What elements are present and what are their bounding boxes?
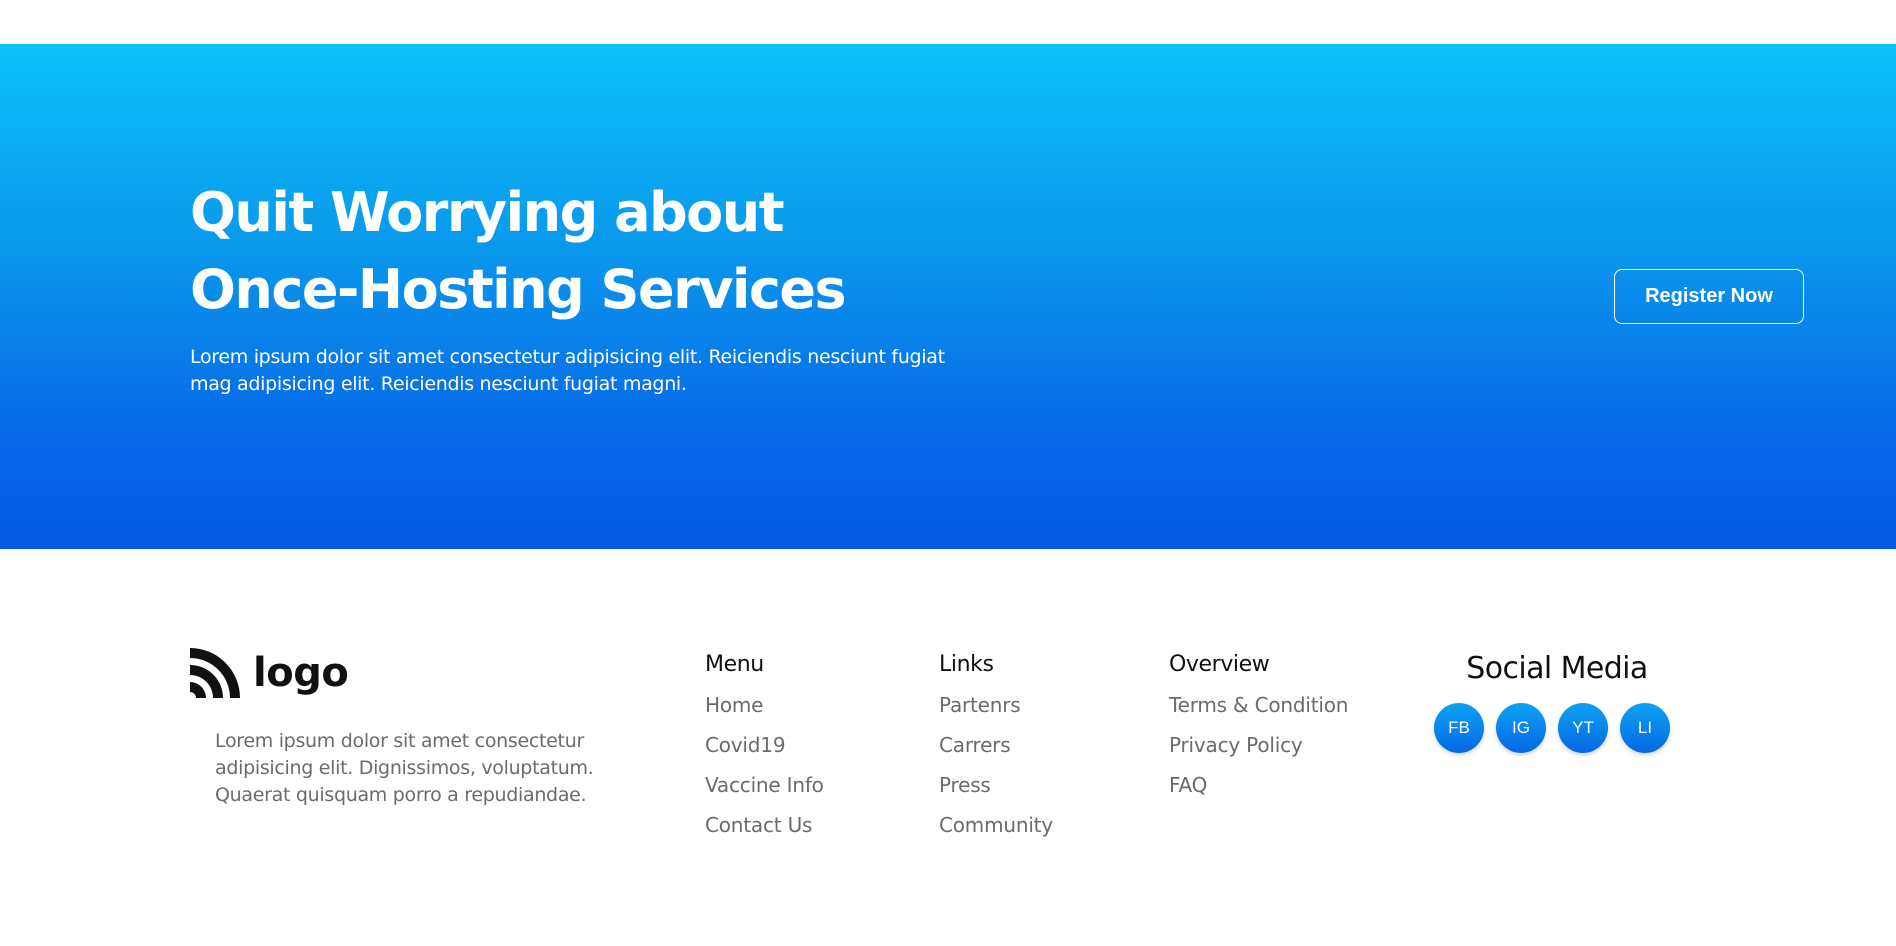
footer-column-overview: Overview Terms & Condition Privacy Polic… — [1169, 649, 1348, 805]
overview-links-list: Terms & Condition Privacy Policy FAQ — [1169, 685, 1348, 805]
footer-link-covid19[interactable]: Covid19 — [705, 725, 824, 765]
links-list: Partenrs Carrers Press Community — [939, 685, 1053, 845]
footer-link-home[interactable]: Home — [705, 685, 824, 725]
social-media-heading: Social Media — [1466, 651, 1648, 686]
footer: logo Lorem ipsum dolor sit amet consecte… — [0, 549, 1896, 946]
logo-text: logo — [253, 650, 349, 696]
social-media-links: FB IG YT LI — [1434, 703, 1670, 753]
footer-link-partners[interactable]: Partenrs — [939, 685, 1053, 725]
facebook-icon[interactable]: FB — [1434, 703, 1484, 753]
rss-feed-icon — [190, 648, 240, 698]
menu-links-list: Home Covid19 Vaccine Info Contact Us — [705, 685, 824, 845]
register-now-button[interactable]: Register Now — [1614, 269, 1804, 324]
footer-column-links: Links Partenrs Carrers Press Community — [939, 649, 1053, 845]
hero-description: Lorem ipsum dolor sit amet consectetur a… — [190, 346, 945, 395]
youtube-icon[interactable]: YT — [1558, 703, 1608, 753]
top-bar — [0, 0, 1896, 44]
hero-title: Quit Worrying about Once-Hosting Service… — [190, 181, 847, 321]
column-heading-links: Links — [939, 652, 994, 677]
footer-link-faq[interactable]: FAQ — [1169, 765, 1348, 805]
footer-logo[interactable]: logo — [190, 648, 349, 698]
footer-link-press[interactable]: Press — [939, 765, 1053, 805]
linkedin-icon[interactable]: LI — [1620, 703, 1670, 753]
footer-link-careers[interactable]: Carrers — [939, 725, 1053, 765]
footer-link-contact-us[interactable]: Contact Us — [705, 805, 824, 845]
footer-column-menu: Menu Home Covid19 Vaccine Info Contact U… — [705, 649, 824, 845]
footer-about-text: Lorem ipsum dolor sit amet consectetur a… — [215, 730, 594, 806]
column-heading-overview: Overview — [1169, 652, 1270, 677]
hero-section: Quit Worrying about Once-Hosting Service… — [0, 44, 1896, 549]
footer-link-terms[interactable]: Terms & Condition — [1169, 685, 1348, 725]
instagram-icon[interactable]: IG — [1496, 703, 1546, 753]
footer-link-privacy-policy[interactable]: Privacy Policy — [1169, 725, 1348, 765]
column-heading-menu: Menu — [705, 652, 764, 677]
footer-link-community[interactable]: Community — [939, 805, 1053, 845]
footer-link-vaccine-info[interactable]: Vaccine Info — [705, 765, 824, 805]
